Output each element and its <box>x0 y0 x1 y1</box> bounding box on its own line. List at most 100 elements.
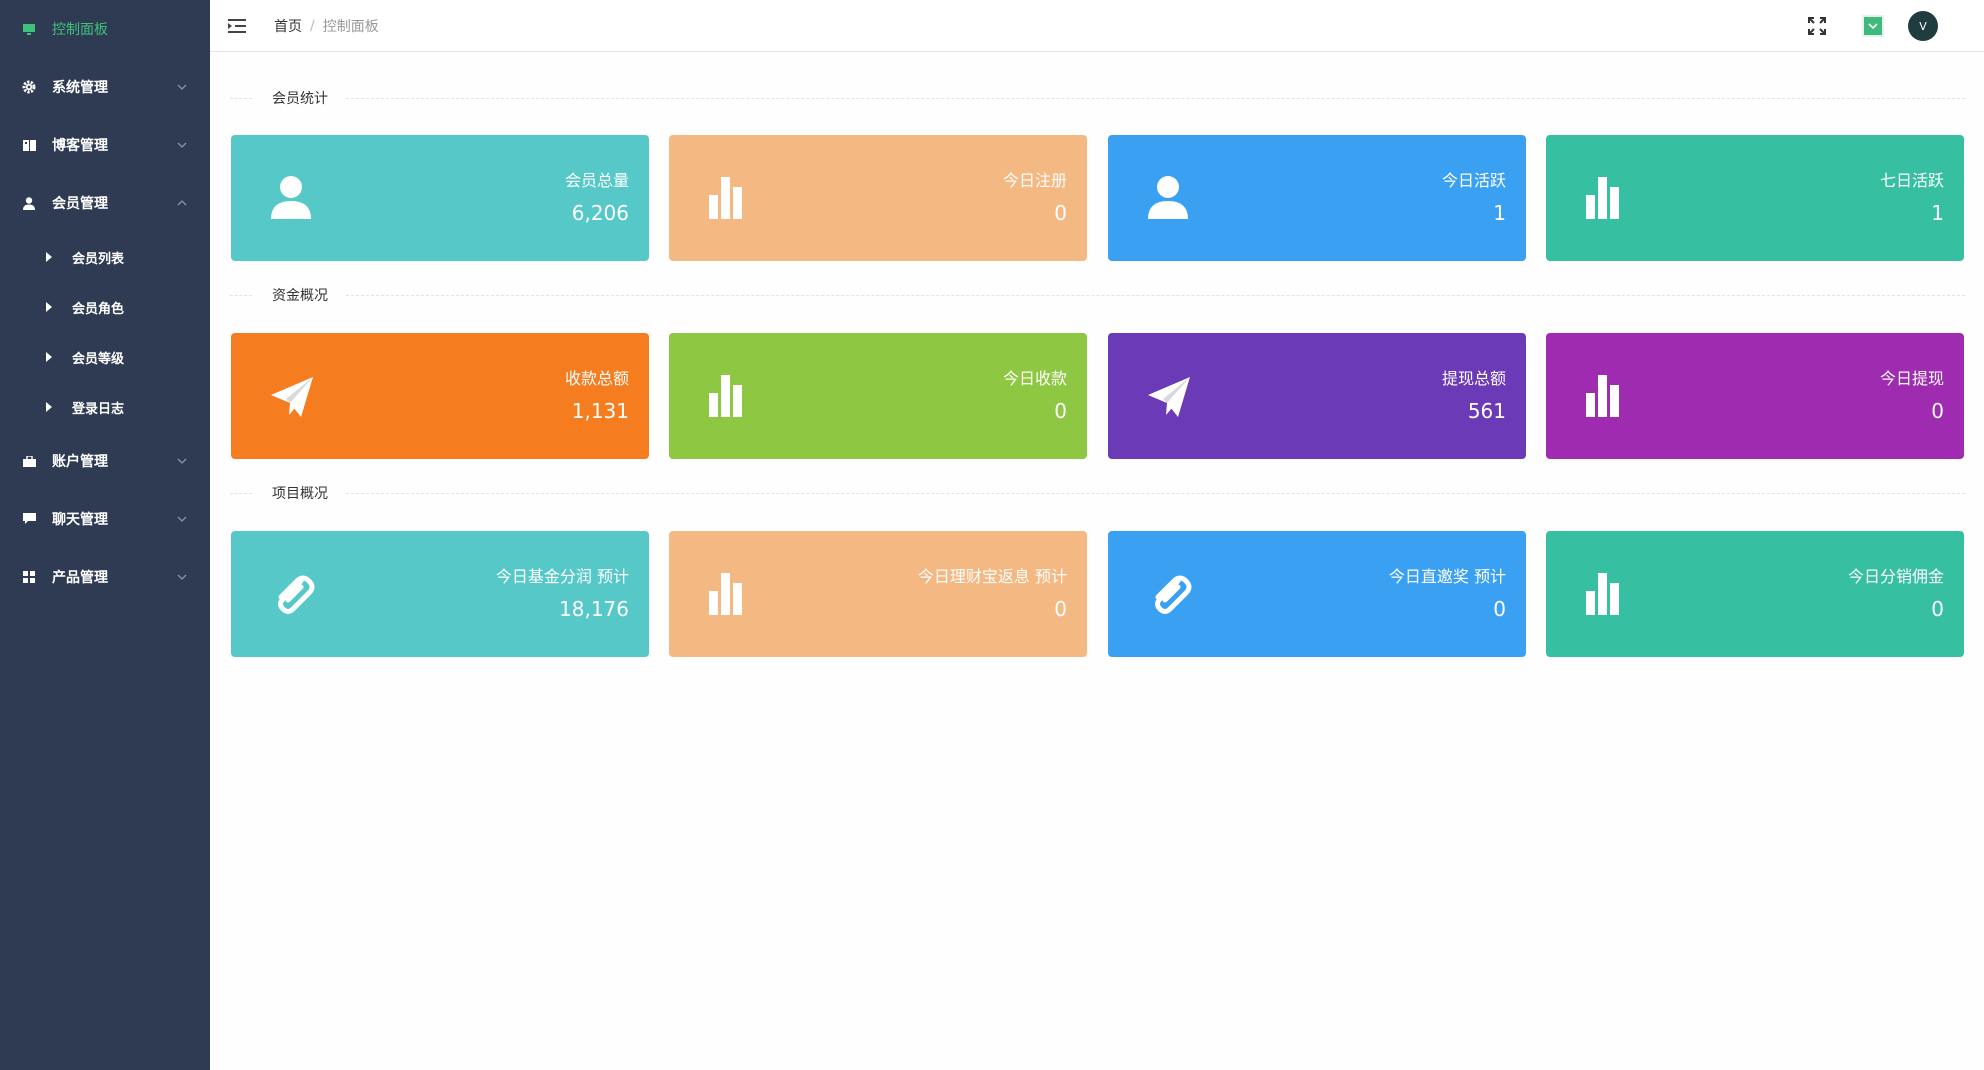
sidebar-item-label: 系统管理 <box>52 80 108 96</box>
stat-card-label: 今日直邀奖 预计 <box>1388 567 1506 586</box>
stat-card-label: 今日活跃 <box>1441 171 1506 190</box>
chevron-up-icon <box>177 200 187 206</box>
sidebar-subitem-member-levels[interactable]: 会员等级 <box>0 332 210 382</box>
briefcase-icon <box>22 454 36 468</box>
fullscreen-icon[interactable] <box>1808 17 1826 35</box>
bar-chart-icon <box>1586 573 1619 615</box>
sidebar-item-label: 产品管理 <box>52 570 108 586</box>
stat-card-label: 今日理财宝返息 预计 <box>917 567 1067 586</box>
stat-card-value: 6,206 <box>571 201 629 225</box>
caret-right-icon <box>46 402 52 412</box>
stat-card-total-receipts[interactable]: 收款总额 1,131 <box>231 333 649 459</box>
stat-card-value: 0 <box>1493 597 1506 621</box>
stat-card-label: 会员总量 <box>564 171 629 190</box>
stat-card-seven-day-active[interactable]: 七日活跃 1 <box>1546 135 1964 261</box>
chat-icon <box>22 512 36 526</box>
chevron-down-icon <box>177 458 187 464</box>
sidebar-subitem-member-list[interactable]: 会员列表 <box>0 232 210 282</box>
stat-card-today-registrations[interactable]: 今日注册 0 <box>669 135 1087 261</box>
sidebar-item-blog[interactable]: 博客管理 <box>0 116 210 174</box>
stat-card-value: 1,131 <box>571 399 629 423</box>
stat-card-today-invite-bonus[interactable]: 今日直邀奖 预计 0 <box>1108 531 1526 657</box>
section-title-member-stats: 会员统计 <box>230 88 1965 108</box>
stat-card-today-wealth-interest[interactable]: 今日理财宝返息 预计 0 <box>669 531 1087 657</box>
sidebar-subitem-label: 会员角色 <box>72 301 125 317</box>
section-title-text: 会员统计 <box>272 91 328 107</box>
sidebar-item-label: 聊天管理 <box>52 512 108 528</box>
gear-icon <box>22 80 36 94</box>
breadcrumb-current: 控制面板 <box>322 18 379 35</box>
stat-card-today-receipts[interactable]: 今日收款 0 <box>669 333 1087 459</box>
stat-card-today-fund-profit[interactable]: 今日基金分润 预计 18,176 <box>231 531 649 657</box>
stat-card-today-distribution-commission[interactable]: 今日分销佣金 0 <box>1546 531 1964 657</box>
paper-plane-icon <box>271 377 313 417</box>
sidebar-subitem-label: 会员列表 <box>72 251 125 267</box>
chevron-down-icon <box>1868 23 1878 30</box>
sidebar-item-label: 会员管理 <box>52 196 108 212</box>
monitor-icon <box>22 22 36 36</box>
stat-card-value: 1 <box>1931 201 1944 225</box>
sidebar-item-chat[interactable]: 聊天管理 <box>0 490 210 548</box>
sidebar-item-system[interactable]: 系统管理 <box>0 58 210 116</box>
stat-card-label: 今日提现 <box>1879 369 1944 388</box>
breadcrumb-separator: / <box>310 17 315 34</box>
breadcrumb-home[interactable]: 首页 <box>274 16 302 36</box>
header-actions: V <box>1808 0 1938 52</box>
bar-chart-icon <box>709 177 742 219</box>
chevron-down-icon <box>177 84 187 90</box>
sidebar-subitem-label: 会员等级 <box>72 351 125 367</box>
stat-card-today-withdrawals[interactable]: 今日提现 0 <box>1546 333 1964 459</box>
stat-card-label: 今日分销佣金 <box>1847 567 1944 586</box>
stat-card-value: 0 <box>1054 597 1067 621</box>
paperclip-icon <box>1155 575 1192 614</box>
chevron-down-icon <box>177 142 187 148</box>
stat-card-value: 18,176 <box>559 597 629 621</box>
section-title-text: 项目概况 <box>272 486 328 502</box>
book-icon <box>22 138 36 152</box>
sidebar-item-label: 账户管理 <box>52 454 108 470</box>
caret-right-icon <box>46 302 52 312</box>
sidebar-subitem-label: 登录日志 <box>72 401 125 417</box>
stat-card-total-withdrawals[interactable]: 提现总额 561 <box>1108 333 1526 459</box>
grid-icon <box>22 570 36 584</box>
sidebar-item-products[interactable]: 产品管理 <box>0 548 210 606</box>
sidebar-item-label: 博客管理 <box>52 138 108 154</box>
stat-card-value: 0 <box>1054 201 1067 225</box>
stat-card-label: 今日注册 <box>1002 171 1067 190</box>
stat-card-label: 提现总额 <box>1441 369 1506 388</box>
sidebar-item-accounts[interactable]: 账户管理 <box>0 432 210 490</box>
chevron-down-icon <box>177 516 187 522</box>
sidebar-item-dashboard[interactable]: 控制面板 <box>0 0 210 58</box>
dashboard-content: 会员统计 会员总量 6,206 今日注册 0 今日活跃 1 七日活跃 1 资金概… <box>210 52 1984 1070</box>
stat-card-value: 0 <box>1054 399 1067 423</box>
app-root: 控制面板 系统管理 博客管理 会员管理 会员列表 会员角色 会员等级 登录日志 … <box>0 0 1984 1070</box>
user-icon <box>22 196 36 210</box>
avatar-text: V <box>1919 19 1927 33</box>
bar-chart-icon <box>1586 375 1619 417</box>
paper-plane-icon <box>1148 377 1190 417</box>
stat-card-label: 今日基金分润 预计 <box>495 567 629 586</box>
paperclip-icon <box>278 575 315 614</box>
sidebar-subitem-member-roles[interactable]: 会员角色 <box>0 282 210 332</box>
sidebar-item-label: 控制面板 <box>52 22 108 38</box>
stat-card-value: 0 <box>1931 597 1944 621</box>
sidebar-subitem-login-log[interactable]: 登录日志 <box>0 382 210 432</box>
stat-card-value: 1 <box>1493 201 1506 225</box>
sidebar-item-members[interactable]: 会员管理 <box>0 174 210 232</box>
bar-chart-icon <box>1586 177 1619 219</box>
caret-right-icon <box>46 252 52 262</box>
stat-card-total-members[interactable]: 会员总量 6,206 <box>231 135 649 261</box>
top-header: 首页 / 控制面板 V <box>210 0 1984 52</box>
bar-chart-icon <box>709 375 742 417</box>
breadcrumb: 首页 / 控制面板 <box>274 16 379 36</box>
section-title-text: 资金概况 <box>272 288 328 304</box>
avatar[interactable]: V <box>1908 11 1938 41</box>
stat-card-label: 今日收款 <box>1002 369 1067 388</box>
user-icon <box>271 176 311 219</box>
sidebar: 控制面板 系统管理 博客管理 会员管理 会员列表 会员角色 会员等级 登录日志 … <box>0 0 210 1070</box>
stat-card-value: 561 <box>1467 399 1506 423</box>
menu-fold-icon[interactable] <box>228 18 246 34</box>
stat-card-today-active[interactable]: 今日活跃 1 <box>1108 135 1526 261</box>
theme-toggle-button[interactable] <box>1862 15 1884 37</box>
section-title-project-overview: 项目概况 <box>230 483 1965 503</box>
